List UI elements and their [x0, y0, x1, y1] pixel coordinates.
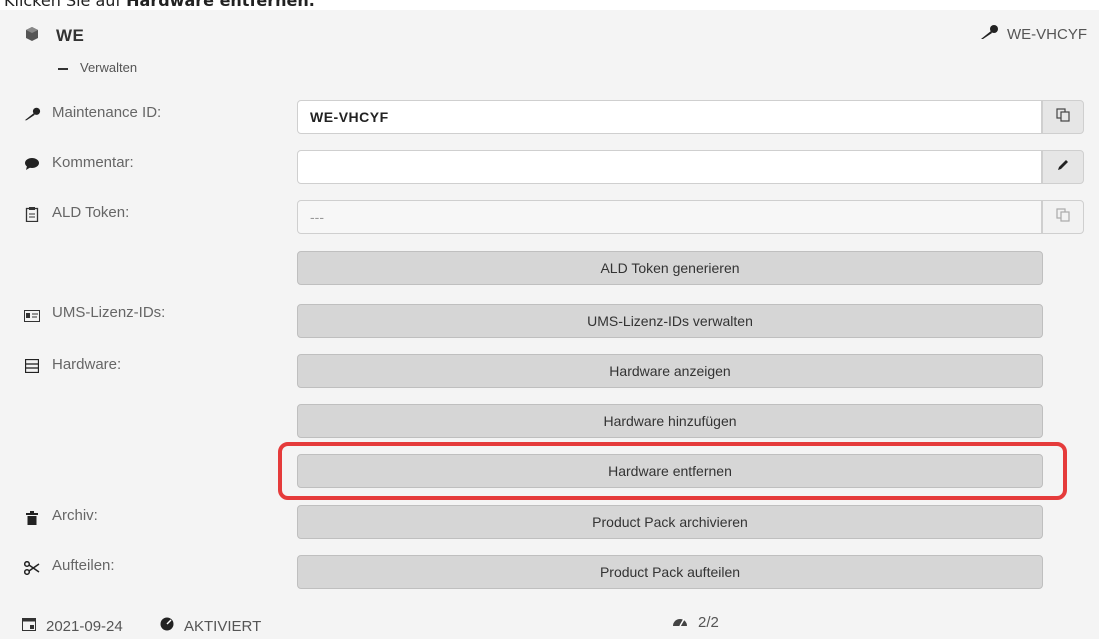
manage-toggle[interactable]: Verwalten — [58, 60, 137, 75]
edit-comment-button[interactable] — [1042, 150, 1084, 184]
comment-icon — [22, 154, 42, 174]
calendar-icon — [22, 617, 36, 635]
id-card-icon — [22, 306, 42, 326]
product-pack-panel: WE Verwalten WE-VHCYF Maintenance ID: WE… — [0, 10, 1099, 639]
product-pack-split-button[interactable]: Product Pack aufteilen — [297, 555, 1043, 589]
instruction-caption: Klicken Sie auf Hardware entfernen. — [0, 0, 1099, 10]
key-icon — [979, 24, 999, 44]
archive-label: Archiv: — [52, 507, 98, 524]
ald-token-field[interactable]: --- — [297, 200, 1042, 234]
page-title: WE — [56, 26, 85, 45]
footer-count: 2/2 — [672, 614, 719, 631]
manage-label: Verwalten — [80, 60, 138, 75]
comment-label: Kommentar: — [52, 154, 134, 171]
trash-icon — [22, 508, 42, 528]
cube-icon — [22, 24, 42, 44]
footer-date: 2021-09-24 — [22, 617, 123, 635]
hardware-add-button[interactable]: Hardware hinzufügen — [297, 404, 1043, 438]
footer-date-text: 2021-09-24 — [46, 617, 123, 635]
split-label: Aufteilen: — [52, 557, 115, 574]
copy-ald-button[interactable] — [1042, 200, 1084, 234]
footer-status: AKTIVIERT — [160, 617, 261, 635]
comment-field[interactable] — [297, 150, 1042, 184]
header-maintenance-id: WE-VHCYF — [979, 24, 1087, 44]
scissors-icon — [22, 558, 42, 578]
key-icon — [22, 104, 42, 124]
ums-label: UMS-Lizenz-IDs: — [52, 304, 166, 321]
caption-bold: Hardware entfernen. — [126, 0, 315, 10]
copy-maintenance-button[interactable] — [1042, 100, 1084, 134]
highlight-box — [278, 442, 1067, 500]
server-icon — [22, 356, 42, 376]
pencil-icon — [1056, 158, 1070, 177]
clipboard-icon — [22, 204, 42, 224]
ums-manage-button[interactable]: UMS-Lizenz-IDs verwalten — [297, 304, 1043, 338]
footer-count-text: 2/2 — [698, 614, 719, 631]
product-pack-archive-button[interactable]: Product Pack archivieren — [297, 505, 1043, 539]
copy-icon — [1056, 207, 1070, 227]
dashboard-icon — [672, 614, 688, 631]
hardware-show-button[interactable]: Hardware anzeigen — [297, 354, 1043, 388]
copy-icon — [1056, 107, 1070, 127]
ald-token-generate-button[interactable]: ALD Token generieren — [297, 251, 1043, 285]
hardware-label: Hardware: — [52, 356, 122, 373]
gauge-icon — [160, 617, 174, 635]
ald-token-label: ALD Token: — [52, 204, 130, 221]
footer-status-text: AKTIVIERT — [184, 617, 262, 635]
header-key-label: WE-VHCYF — [1007, 25, 1087, 43]
maintenance-id-label: Maintenance ID: — [52, 104, 162, 121]
caption-prefix: Klicken Sie auf — [4, 0, 127, 10]
maintenance-id-field[interactable]: WE-VHCYF — [297, 100, 1042, 134]
collapse-dash-icon — [58, 67, 68, 70]
